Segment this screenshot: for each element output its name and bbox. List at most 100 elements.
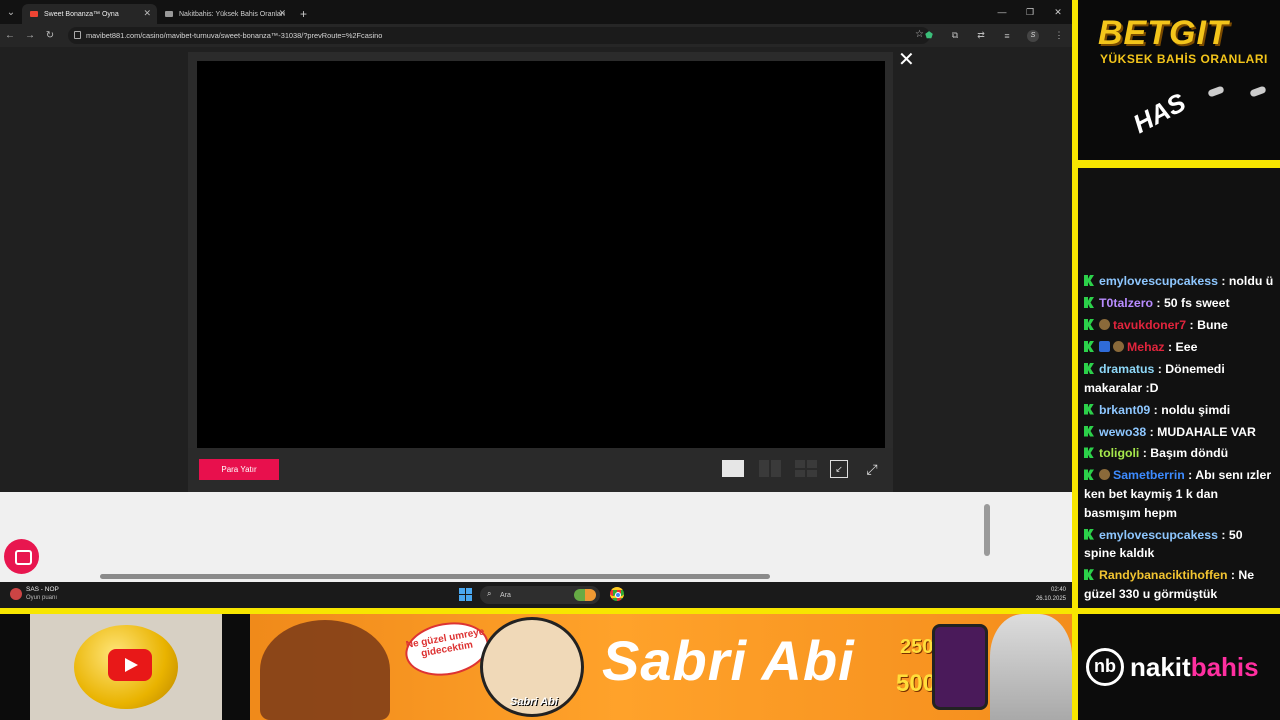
chat-message: wewo38 : MUDAHALE VAR [1084,423,1278,442]
extension-shield-icon[interactable]: ⬟ [916,30,942,41]
promo-number: 250 [900,636,934,658]
search-icon: ⌕ [487,589,492,598]
split-view-icon[interactable] [759,460,781,477]
chat-username[interactable]: emylovescupcakess [1099,528,1218,542]
deposit-button[interactable]: Para Yatır [199,459,279,480]
banner-title: Sabri Abi [602,629,855,692]
profile-avatar[interactable]: S [1020,29,1046,42]
close-tab-icon[interactable]: ✕ [278,8,286,19]
chat-username[interactable]: toligoli [1099,446,1139,460]
chat-separator: : [1139,446,1151,461]
kick-badge-icon [1084,447,1094,459]
sabri-abi-banner: Ne güzel umreye gidecektim Sabri Abi Sab… [250,614,1072,720]
chat-username[interactable]: T0talzero [1099,296,1153,310]
fullscreen-icon[interactable]: ⤢ [863,460,881,478]
reload-icon[interactable]: ↻ [40,24,60,47]
chat-message: toligoli : Başım döndü [1084,444,1278,463]
stream-chat-panel: emylovescupcakess : noldu ü T0talzero : 5… [1078,168,1280,608]
kick-badge-icon [1084,569,1094,581]
chrome-icon[interactable] [610,587,624,601]
search-highlight-icon [574,589,596,601]
chat-message: Randybanaciktihoffen : Ne güzel 330 u gö… [1084,566,1278,603]
page-content: ◁ Para Yatır ↙ ⤢ ✕ [0,47,1072,492]
close-icon[interactable]: ✕ [1044,0,1072,24]
forward-icon[interactable]: → [20,24,40,47]
tab-nakitbahis[interactable]: Nakitbahis: Yüksek Bahis Oranları ✕ [157,4,292,24]
zeus-character-graphic [990,614,1072,720]
chat-message: dramatus : Dönemedi makaralar :D [1084,360,1278,397]
game-toolbar: Para Yatır ↙ ⤢ [188,448,893,492]
url-field[interactable]: mavibet881.com/casino/mavibet-turnuva/sw… [68,27,930,44]
has-logo: HAS [1127,86,1191,140]
close-modal-icon[interactable]: ✕ [898,50,915,70]
chat-message: Mehaz : Eee [1084,338,1278,357]
chat-message-list: emylovescupcakess : noldu ü T0talzero : 5… [1084,272,1278,607]
tab-sweet-bonanza[interactable]: Sweet Bonanza™ Oyna ✕ [22,4,157,24]
chat-username[interactable]: Sametberrin [1113,468,1185,482]
chat-message: emylovescupcakess : noldu ü [1084,272,1278,291]
windows-start-icon[interactable] [459,588,472,601]
chat-text: MUDAHALE VAR [1157,424,1256,439]
chat-username[interactable]: wewo38 [1099,425,1146,439]
betgit-logo: BETGIT [1098,14,1229,52]
live-support-chat-icon[interactable] [4,539,39,574]
close-tab-icon[interactable]: ✕ [143,8,151,19]
chat-text: Eee [1175,339,1198,354]
horizontal-scrollbar[interactable] [100,574,770,579]
chat-text: Bune [1197,317,1228,332]
overlay-yellow-divider [1078,160,1280,168]
phone-graphic [932,624,988,710]
site-favicon-icon [30,11,38,17]
tab-title: Sweet Bonanza™ Oyna [44,10,119,18]
chat-separator: : [1217,274,1229,288]
tab-search-icon[interactable]: ⌄ [0,0,22,24]
chat-username[interactable]: Randybanaciktihoffen [1099,568,1227,582]
chat-username[interactable]: dramatus [1099,362,1154,376]
chat-text: noldu ü [1228,274,1274,288]
minimize-icon[interactable]: — [988,0,1016,24]
weather-widget[interactable]: SAS - NOP Oyun puanı [10,586,59,602]
chat-separator: : [1154,361,1166,376]
verified-badge-icon [1099,340,1110,352]
chat-message: Sametberrin : Abı senı ızler ken bet kay… [1084,466,1278,522]
vertical-scrollbar[interactable] [984,504,990,556]
media-control-icon[interactable]: ≡ [994,31,1020,41]
extensions-puzzle-icon[interactable]: ⧉ [942,30,968,41]
kick-badge-icon [1084,275,1094,286]
chat-separator: : [1146,424,1158,439]
weather-icon [10,588,22,600]
chat-separator: : [1217,527,1229,542]
new-tab-icon[interactable]: + [292,4,315,24]
chat-message: tavukdoner7 : Bune [1084,316,1278,335]
kick-badge-icon [1084,425,1094,437]
taskbar-search[interactable]: ⌕ Ara [480,586,600,604]
chat-separator: : [1150,402,1162,417]
nakitbahis-mark: nb [1086,648,1124,686]
system-clock[interactable]: 02:40 26.10.2025 [1036,586,1066,604]
browser-window: ⌄ Sweet Bonanza™ Oyna ✕ Nakitbahis: Yüks… [0,0,1072,582]
chat-separator: : [1227,568,1239,583]
translate-icon[interactable]: ⇄ [968,30,994,41]
stream-bottom-banner: Ne güzel umreye gidecektim Sabri Abi Sab… [0,614,1072,720]
single-view-icon[interactable] [722,460,744,477]
game-frame[interactable] [197,61,885,448]
maximize-icon[interactable]: ❐ [1016,0,1044,24]
chat-username[interactable]: tavukdoner7 [1113,318,1186,332]
minimize-window-icon[interactable]: ↙ [830,460,848,478]
address-bar: ← → ↻ mavibet881.com/casino/mavibet-turn… [0,24,1072,47]
portrait-caption: Sabri Abi [510,696,558,708]
youtube-promo [30,614,222,720]
more-menu-icon[interactable]: ⋮ [1046,30,1072,41]
decor-shape-icon [1249,85,1267,98]
quad-view-icon[interactable] [795,460,817,477]
chat-separator: : [1164,339,1176,354]
kick-badge-icon [1084,469,1094,481]
chat-username[interactable]: brkant09 [1099,403,1150,417]
coin-badge-icon [1113,340,1124,352]
betgit-tagline: YÜKSEK BAHİS ORANLARI [1100,52,1268,66]
widget-subtitle: Oyun puanı [26,595,58,601]
site-info-icon[interactable] [74,31,81,39]
chat-username[interactable]: Mehaz [1127,340,1165,354]
back-icon[interactable]: ← [0,24,20,47]
chat-username[interactable]: emylovescupcakess [1099,274,1218,288]
